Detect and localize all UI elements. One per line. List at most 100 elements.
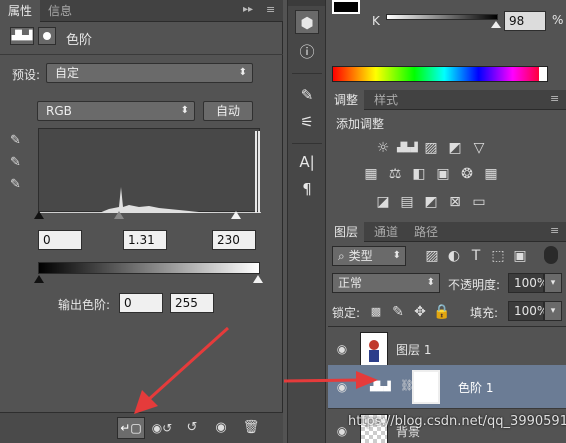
fill-field[interactable]: 100% xyxy=(508,301,548,321)
vibrance-icon[interactable]: ▽ xyxy=(469,138,489,158)
color-panel: K 98 % xyxy=(328,0,566,90)
auto-button[interactable]: 自动 xyxy=(203,101,253,121)
input-black-slider[interactable] xyxy=(34,211,44,219)
gradient-map-icon[interactable]: ▭ xyxy=(469,192,489,212)
tab-channels[interactable]: 通道 xyxy=(368,222,404,242)
shape-filter-icon[interactable]: ⬚ xyxy=(488,246,508,266)
channel-select[interactable]: RGB ⬍ xyxy=(37,101,195,121)
panel-menu-icon[interactable]: ≡ xyxy=(266,3,275,16)
preset-select[interactable]: 自定 ⬍ xyxy=(46,63,253,83)
color-balance-icon[interactable]: ⚖ xyxy=(385,164,405,184)
lock-pixels-icon[interactable]: ✎ xyxy=(388,302,408,322)
curves-icon[interactable]: ▨ xyxy=(421,138,441,158)
reset-icon[interactable]: ↺ xyxy=(181,417,203,439)
black-white-icon[interactable]: ◧ xyxy=(409,164,429,184)
photo-filter-icon[interactable]: ▣ xyxy=(433,164,453,184)
hue-saturation-icon[interactable]: ▦ xyxy=(361,164,381,184)
add-adjustment-heading: 添加调整 xyxy=(336,117,385,131)
pixel-filter-icon[interactable]: ▨ xyxy=(422,246,442,266)
layer-mask-thumbnail[interactable] xyxy=(412,370,440,404)
paragraph-icon[interactable]: ¶ xyxy=(295,177,319,201)
tab-properties[interactable]: 属性 xyxy=(0,0,41,22)
opacity-field[interactable]: 100% xyxy=(508,273,548,293)
posterize-icon[interactable]: ▤ xyxy=(397,192,417,212)
lock-transparent-icon[interactable]: ▩ xyxy=(366,302,386,322)
view-previous-state-icon[interactable]: ◉↺ xyxy=(150,417,174,439)
input-black-field[interactable]: 0 xyxy=(38,230,82,250)
tab-info[interactable]: 信息 xyxy=(40,0,80,22)
layer-filter-select[interactable]: ⌕ 类型 ⬍ xyxy=(332,246,406,266)
tab-paths[interactable]: 路径 xyxy=(408,222,444,242)
brush-preset-icon[interactable]: ✎ xyxy=(295,83,319,107)
input-white-field[interactable]: 230 xyxy=(212,230,256,250)
black-point-eyedropper-icon[interactable]: ✎ xyxy=(10,133,21,148)
lock-all-icon[interactable]: 🔒 xyxy=(432,302,452,322)
invert-icon[interactable]: ◪ xyxy=(373,192,393,212)
input-white-slider[interactable] xyxy=(231,211,241,219)
levels-adjustment-icon[interactable]: ▟▙▟ xyxy=(10,27,34,45)
color-lookup-icon[interactable]: ▦ xyxy=(481,164,501,184)
select-arrows-icon: ⬍ xyxy=(180,105,189,116)
selective-color-icon[interactable]: ⊠ xyxy=(445,192,465,212)
layers-tabbar: 图层 通道 路径 ≡ xyxy=(328,222,566,242)
tab-styles[interactable]: 样式 xyxy=(368,90,404,110)
output-white-slider[interactable] xyxy=(253,275,263,283)
output-black-slider[interactable] xyxy=(34,275,44,283)
white-point-eyedropper-icon[interactable]: ✎ xyxy=(10,177,21,192)
clip-to-layer-icon[interactable]: ↵▢ xyxy=(117,417,145,439)
blend-mode-value: 正常 xyxy=(338,276,363,290)
histogram xyxy=(38,128,261,213)
divider xyxy=(0,54,283,55)
info-icon[interactable]: ⓘ xyxy=(295,40,319,64)
adjustments-tabbar: 调整 样式 ≡ xyxy=(328,90,566,110)
visibility-eye-icon[interactable]: ◉ xyxy=(334,341,350,357)
color-spectrum-bar[interactable] xyxy=(332,66,548,82)
output-black-field[interactable]: 0 xyxy=(119,293,163,313)
opacity-label: 不透明度: xyxy=(448,278,501,292)
layers-panel: 图层 通道 路径 ≡ ⌕ 类型 ⬍ ▨ ◐ T ⬚ ▣ 正常 ⬍ 不透明度: 1… xyxy=(328,222,566,443)
search-icon: ⌕ xyxy=(338,249,345,263)
output-levels-label: 输出色阶: xyxy=(58,298,111,312)
exposure-icon[interactable]: ◩ xyxy=(445,138,465,158)
strip-header xyxy=(288,0,325,6)
type-filter-icon[interactable]: T xyxy=(466,246,486,266)
filter-toggle[interactable] xyxy=(544,246,558,264)
adjust-sliders-icon[interactable]: ⚟ xyxy=(295,110,319,134)
visibility-eye-icon[interactable]: ◉ xyxy=(210,417,232,439)
brightness-contrast-icon[interactable]: ☼ xyxy=(373,138,393,158)
gray-point-eyedropper-icon[interactable]: ✎ xyxy=(10,155,21,170)
adjustment-filter-icon[interactable]: ◐ xyxy=(444,246,464,266)
channel-value: RGB xyxy=(46,104,72,118)
levels-icon[interactable]: ▟▙▟ xyxy=(397,138,418,158)
lock-position-icon[interactable]: ✥ xyxy=(410,302,430,322)
divider xyxy=(292,143,322,144)
layer-name: 图层 1 xyxy=(396,343,432,357)
fill-dropdown-icon[interactable]: ▾ xyxy=(544,301,562,321)
mask-icon[interactable] xyxy=(38,27,56,45)
collapse-icon[interactable]: ▸▸ xyxy=(243,4,253,15)
annotation-arrow xyxy=(283,371,378,389)
opacity-dropdown-icon[interactable]: ▾ xyxy=(544,273,562,293)
select-arrows-icon: ⬍ xyxy=(238,67,247,78)
k-slider-thumb[interactable] xyxy=(490,21,501,28)
input-gray-slider[interactable] xyxy=(114,211,124,219)
input-gamma-field[interactable]: 1.31 xyxy=(123,230,167,250)
foreground-swatch[interactable] xyxy=(332,0,360,14)
panel-menu-icon[interactable]: ≡ xyxy=(550,224,559,237)
tab-adjustments[interactable]: 调整 xyxy=(328,90,365,110)
character-icon[interactable]: A| xyxy=(295,150,319,174)
tab-layers[interactable]: 图层 xyxy=(328,222,365,242)
panel-menu-icon[interactable]: ≡ xyxy=(550,92,559,105)
blend-mode-select[interactable]: 正常 ⬍ xyxy=(332,273,440,293)
delete-trash-icon[interactable]: 🗑 xyxy=(240,417,262,439)
white-swatch[interactable] xyxy=(539,67,547,81)
k-slider-track[interactable] xyxy=(386,14,498,20)
threshold-icon[interactable]: ◩ xyxy=(421,192,441,212)
output-white-field[interactable]: 255 xyxy=(170,293,214,313)
filter-kind: 类型 xyxy=(348,249,373,263)
annotation-arrow xyxy=(134,326,230,414)
channel-mixer-icon[interactable]: ❂ xyxy=(457,164,477,184)
3d-cube-icon[interactable]: ⬢ xyxy=(295,10,319,34)
k-value-field[interactable]: 98 xyxy=(504,11,546,31)
smart-object-filter-icon[interactable]: ▣ xyxy=(510,246,530,266)
